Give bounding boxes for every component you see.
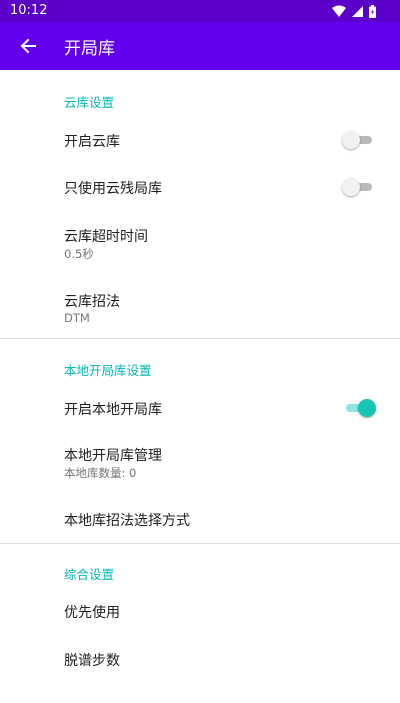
section-header-local: 本地开局库设置 xyxy=(64,363,152,378)
pref-local-method-select[interactable]: 本地库招法选择方式 xyxy=(0,494,400,543)
enable-local-switch[interactable] xyxy=(342,397,376,419)
battery-icon xyxy=(369,4,376,18)
switch-thumb xyxy=(358,399,376,417)
pref-summary: 0.5秒 xyxy=(64,247,94,261)
pref-cloud-timeout[interactable]: 云库超时时间 0.5秒 xyxy=(0,210,400,276)
pref-title: 开启本地开局库 xyxy=(64,402,162,418)
signal-icon xyxy=(352,5,363,17)
status-icons xyxy=(332,4,376,18)
pref-local-manage[interactable]: 本地开局库管理 本地库数量: 0 xyxy=(0,432,400,494)
pref-title: 云库招法 xyxy=(64,294,120,310)
switch-thumb xyxy=(342,131,360,149)
pref-only-cloud-endgame[interactable]: 只使用云残局库 xyxy=(0,164,400,210)
arrow-left-icon xyxy=(20,38,36,54)
section-header-general: 综合设置 xyxy=(64,567,115,582)
pref-title: 优先使用 xyxy=(64,605,120,621)
pref-title: 本地开局库管理 xyxy=(64,448,162,464)
pref-summary: 本地库数量: 0 xyxy=(64,466,137,480)
preferences-list[interactable]: 云库设置 开启云库 只使用云残局库 云库超时时间 0.5秒 云库招法 DTM 本… xyxy=(0,70,400,703)
pref-title: 开启云库 xyxy=(64,134,120,150)
pref-priority[interactable]: 优先使用 xyxy=(0,588,400,636)
pref-title: 脱谱步数 xyxy=(64,653,120,669)
pref-summary: DTM xyxy=(64,311,90,325)
pref-title: 云库超时时间 xyxy=(64,229,148,245)
section-divider xyxy=(0,338,400,339)
back-button[interactable] xyxy=(8,26,48,66)
section-divider xyxy=(0,543,400,544)
status-bar: 10:12 xyxy=(0,0,400,22)
pref-cloud-method[interactable]: 云库招法 DTM xyxy=(0,276,400,338)
app-bar: 开局库 xyxy=(0,22,400,70)
section-header-cloud: 云库设置 xyxy=(64,95,115,110)
only-cloud-endgame-switch[interactable] xyxy=(342,176,376,198)
pref-off-book-steps[interactable]: 脱谱步数 xyxy=(0,636,400,684)
enable-cloud-switch[interactable] xyxy=(342,129,376,151)
page-title: 开局库 xyxy=(64,39,115,59)
pref-enable-cloud[interactable]: 开启云库 xyxy=(0,116,400,164)
switch-thumb xyxy=(342,178,360,196)
pref-enable-local[interactable]: 开启本地开局库 xyxy=(0,384,400,432)
pref-title: 只使用云残局库 xyxy=(64,181,162,197)
wifi-icon xyxy=(332,5,346,17)
pref-title: 本地库招法选择方式 xyxy=(64,513,190,529)
status-time: 10:12 xyxy=(10,3,48,18)
